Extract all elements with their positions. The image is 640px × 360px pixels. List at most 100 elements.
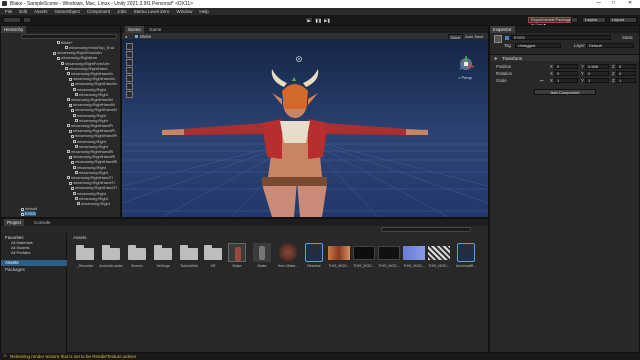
position-x-field[interactable]: 0: [554, 64, 578, 69]
folder-icon[interactable]: [76, 245, 94, 260]
rotation-y-field[interactable]: 0: [585, 71, 609, 76]
texture-thumbnail[interactable]: [428, 246, 450, 260]
asset-texture-4[interactable]: THIS_MOD...: [401, 264, 427, 268]
blake-prefab-thumbnail[interactable]: [253, 243, 271, 262]
folder-icon[interactable]: [128, 245, 146, 260]
search-icon[interactable]: [571, 17, 578, 23]
hierarchy-item[interactable]: EYES: [21, 211, 36, 217]
active-checkbox[interactable]: [505, 36, 509, 40]
folder-icon[interactable]: [102, 245, 120, 260]
hand-tool-button[interactable]: [126, 43, 133, 50]
project-search-input[interactable]: [381, 227, 471, 232]
menu-window[interactable]: Window: [176, 9, 192, 14]
project-breadcrumb[interactable]: Assets: [73, 235, 87, 240]
asset-texture-2[interactable]: THIS_MOD...: [351, 264, 377, 268]
close-button[interactable]: ✕: [628, 0, 632, 6]
tab-hierarchy[interactable]: Hierarchy: [1, 26, 27, 33]
status-bar[interactable]: ⚠ Releasing render texture that is set t…: [0, 353, 640, 360]
static-toggle[interactable]: Static: [622, 35, 633, 40]
menu-help[interactable]: Help: [199, 9, 208, 14]
hierarchy-item-label: EYES: [25, 211, 36, 217]
menu-jobs[interactable]: Jobs: [117, 9, 127, 14]
menu-component[interactable]: Component: [87, 9, 110, 14]
packages-folder-item[interactable]: Packages: [5, 267, 25, 272]
texture-thumbnail[interactable]: [403, 246, 425, 260]
gameobject-icon: [73, 140, 76, 144]
favorite-all-prefabs[interactable]: All Prefabs: [11, 250, 30, 255]
gameobject-icon: [69, 155, 72, 159]
rect-tool-button[interactable]: [126, 75, 133, 82]
texture-thumbnail[interactable]: [378, 246, 400, 260]
menu-stereo-level-zero[interactable]: Stereo Level Zero: [134, 9, 170, 14]
rotate-tool-button[interactable]: [126, 59, 133, 66]
hero-material-thumbnail[interactable]: [279, 243, 297, 262]
layers-dropdown[interactable]: Layers: [582, 17, 606, 23]
move-tool-button[interactable]: [126, 51, 133, 58]
menu-assets[interactable]: Assets: [34, 9, 48, 14]
tab-inspector[interactable]: Inspector: [490, 26, 515, 33]
object-name-field[interactable]: EYES: [511, 35, 611, 40]
experimental-packages-dropdown[interactable]: Experimental Packages In Use ▾: [528, 17, 576, 26]
asset-universal-rp[interactable]: UniversalR...: [453, 264, 479, 268]
step-button[interactable]: ▶❚: [323, 17, 331, 23]
transform-header[interactable]: ✥ Transform: [490, 54, 639, 61]
tag-dropdown[interactable]: Untagged: [515, 43, 561, 48]
folder-icon[interactable]: [180, 245, 198, 260]
tab-console[interactable]: Console: [31, 219, 54, 226]
folder-icon[interactable]: [204, 245, 222, 260]
tab-scene[interactable]: Scene: [125, 26, 144, 33]
scene-view-canvas[interactable]: < Persp: [122, 39, 488, 217]
position-y-field[interactable]: 0.568: [585, 64, 609, 69]
asset-androidloader[interactable]: AndroidLoader: [98, 264, 124, 268]
scale-link-icon[interactable]: ⚯: [540, 78, 543, 83]
asset-settings[interactable]: Settings: [150, 264, 176, 268]
pause-button[interactable]: ❚❚: [314, 17, 322, 23]
account-button[interactable]: [3, 17, 21, 23]
scale-y-field[interactable]: 1: [585, 78, 609, 83]
maximize-button[interactable]: □: [612, 0, 615, 6]
asset-tutorialinfo[interactable]: TutorialInfo: [176, 264, 202, 268]
cloud-icon[interactable]: [23, 17, 31, 23]
layer-dropdown[interactable]: Default: [586, 43, 634, 48]
menu-edit[interactable]: Edit: [19, 9, 27, 14]
menu-file[interactable]: File: [5, 9, 12, 14]
asset-recorder[interactable]: _Recorder: [72, 264, 98, 268]
readme-icon[interactable]: [305, 243, 323, 262]
asset-hero-material[interactable]: Hero Mater...: [275, 264, 301, 268]
minimize-button[interactable]: —: [596, 0, 601, 6]
asset-blake-prefab[interactable]: Blake: [249, 264, 275, 268]
layout-dropdown[interactable]: Layout: [609, 17, 637, 23]
hierarchy-search-input[interactable]: [21, 34, 117, 39]
rotation-x-field[interactable]: 0: [554, 71, 578, 76]
layer-label: Layer: [574, 43, 585, 48]
gameobject-icon: [67, 176, 70, 180]
menu-gameobject[interactable]: GameObject: [55, 9, 80, 14]
texture-thumbnail[interactable]: [353, 246, 375, 260]
asset-texture-3[interactable]: THIS_MOD...: [376, 264, 402, 268]
render-pipeline-asset-icon[interactable]: [457, 243, 475, 262]
asset-readme[interactable]: Readme: [301, 264, 327, 268]
scene-viewport[interactable]: < Persp: [122, 39, 488, 217]
scale-x-field[interactable]: 1: [554, 78, 578, 83]
play-button[interactable]: ▶: [305, 17, 313, 23]
asset-xr[interactable]: XR: [200, 264, 226, 268]
folder-icon[interactable]: [154, 245, 172, 260]
asset-texture-5[interactable]: THIS_MOD...: [426, 264, 452, 268]
asset-texture-1[interactable]: THIS_MOD...: [326, 264, 352, 268]
transform-tool-button[interactable]: [126, 83, 133, 90]
position-z-field[interactable]: 0: [616, 64, 636, 69]
asset-blake-model[interactable]: Blake: [224, 264, 250, 268]
hierarchy-item[interactable]: mixamorig:Right: [77, 201, 110, 206]
texture-thumbnail[interactable]: [328, 246, 350, 260]
menu-bar: File Edit Assets GameObject Component Jo…: [0, 8, 640, 15]
scale-z-field[interactable]: 1: [616, 78, 636, 83]
scale-tool-button[interactable]: [126, 67, 133, 74]
tab-game[interactable]: Game: [146, 26, 164, 33]
asset-scenes[interactable]: Scenes: [124, 264, 150, 268]
custom-tool-button[interactable]: [126, 91, 133, 98]
rotation-z-field[interactable]: 0: [616, 71, 636, 76]
blake-model-thumbnail[interactable]: [228, 243, 246, 262]
tab-project[interactable]: Project: [4, 219, 25, 226]
assets-folder-item[interactable]: Assets: [1, 260, 67, 266]
add-component-button[interactable]: Add Component: [534, 89, 596, 95]
